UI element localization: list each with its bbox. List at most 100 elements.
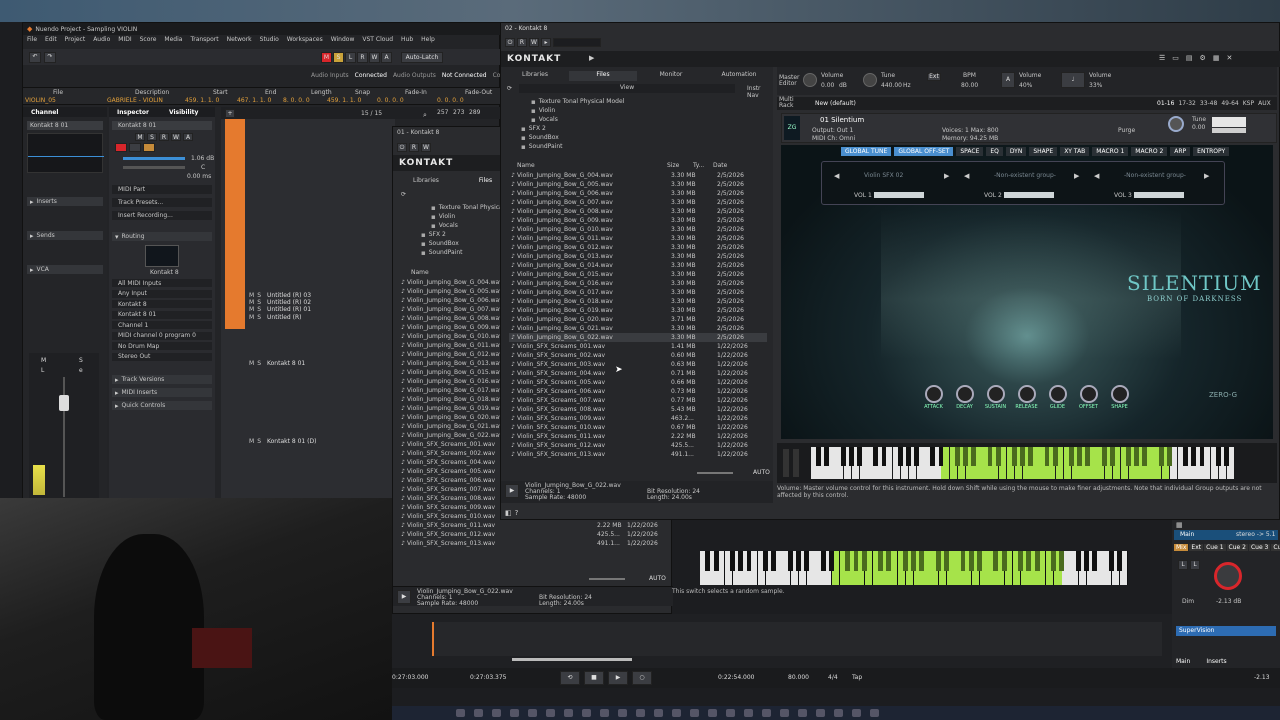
mute-button[interactable]: M bbox=[249, 306, 254, 313]
read-button[interactable]: R bbox=[159, 133, 169, 141]
tab-libraries[interactable]: Libraries bbox=[501, 71, 569, 81]
taskbar-app-icon[interactable] bbox=[708, 709, 717, 717]
pitch-wheel[interactable] bbox=[783, 449, 789, 477]
routing-item[interactable]: Stereo Out bbox=[112, 352, 212, 361]
kontakt-back-name-column[interactable]: Name bbox=[411, 269, 429, 276]
column-header[interactable]: Name bbox=[517, 162, 667, 169]
cue-tab[interactable]: Ext bbox=[1189, 544, 1204, 551]
piano-key-black[interactable] bbox=[935, 551, 941, 572]
taskbar-app-icon[interactable] bbox=[510, 709, 519, 717]
slot-volume-bar[interactable] bbox=[1134, 192, 1184, 198]
piano-key-black[interactable] bbox=[795, 551, 801, 572]
menu-item[interactable]: Edit bbox=[45, 36, 57, 46]
cue-tab[interactable]: Cue 4 bbox=[1271, 544, 1280, 551]
mod-wheel[interactable] bbox=[793, 449, 799, 477]
piano-key-black[interactable] bbox=[1116, 551, 1122, 572]
info-value[interactable]: GABRIELE - VIOLIN bbox=[107, 97, 163, 104]
browser-toggle-icon[interactable]: ◧ bbox=[505, 509, 512, 517]
piano-key-black[interactable] bbox=[861, 551, 867, 572]
piano-key-black[interactable] bbox=[886, 551, 892, 572]
piano-key-black[interactable] bbox=[1052, 447, 1058, 467]
piano-key-black[interactable] bbox=[771, 551, 777, 572]
piano-key-black[interactable] bbox=[1077, 447, 1083, 467]
file-row[interactable]: ♪ Violin_Jumping_Bow_G_015.wav 3.30 MB 2/5/… bbox=[509, 270, 767, 279]
knob[interactable]: DECAY bbox=[952, 385, 977, 410]
menu-item[interactable]: Studio bbox=[260, 36, 279, 46]
piano-key-black[interactable] bbox=[853, 551, 859, 572]
instrument-tune-knob[interactable] bbox=[1168, 116, 1184, 132]
knob[interactable]: SHAPE bbox=[1107, 385, 1132, 410]
piano-key-black[interactable] bbox=[1223, 447, 1229, 467]
fx-tab[interactable]: ARP bbox=[1170, 147, 1191, 156]
arrow-right-icon[interactable]: ▶ bbox=[1074, 172, 1079, 180]
menu-item[interactable]: Project bbox=[65, 36, 86, 46]
menu-item[interactable]: Network bbox=[227, 36, 252, 46]
rack-name[interactable]: New (default) bbox=[815, 100, 856, 107]
taskbar-app-icon[interactable] bbox=[762, 709, 771, 717]
arrow-left-icon[interactable]: ◀ bbox=[1094, 172, 1099, 180]
arrow-left-icon[interactable]: ◀ bbox=[834, 172, 839, 180]
fx-tab[interactable]: XY TAB bbox=[1060, 147, 1090, 156]
knob-dial[interactable] bbox=[1048, 385, 1067, 403]
routing-item[interactable]: Channel 1 bbox=[112, 321, 212, 329]
track-row[interactable]: M S Untitled (R) bbox=[249, 313, 395, 321]
piano-key-black[interactable] bbox=[828, 551, 834, 572]
piano-key-black[interactable] bbox=[993, 551, 999, 572]
preview-volume-slider[interactable] bbox=[697, 472, 733, 474]
inspector-section[interactable]: ▸ Track Versions bbox=[112, 375, 212, 384]
solo-button[interactable]: S bbox=[257, 306, 261, 313]
piano-key-black[interactable] bbox=[911, 551, 917, 572]
file-row[interactable]: ♪ Violin_Jumping_Bow_G_005.wav 3.30 MB 2/5/… bbox=[509, 180, 767, 189]
cue-tab[interactable]: Cue 2 bbox=[1226, 544, 1248, 551]
keyboard-back[interactable] bbox=[700, 551, 1128, 585]
file-row[interactable]: ♪ Violin_SFX_Screams_011.wav 2.22 MB 1/22/2… bbox=[399, 521, 659, 530]
taskbar-app-icon[interactable] bbox=[672, 709, 681, 717]
solo-button[interactable]: S bbox=[257, 360, 261, 367]
read-button[interactable]: R bbox=[409, 143, 419, 152]
piano-key-black[interactable] bbox=[1109, 447, 1115, 467]
piano-key-black[interactable] bbox=[995, 447, 1001, 467]
knob[interactable]: GLIDE bbox=[1045, 385, 1070, 410]
file-row[interactable]: ♪ Violin_Jumping_Bow_G_008.wav 3.30 MB 2/5/… bbox=[509, 207, 767, 216]
knob-dial[interactable] bbox=[1110, 385, 1129, 403]
piano-key-black[interactable] bbox=[824, 447, 830, 467]
piano-key-black[interactable] bbox=[1059, 551, 1065, 572]
routing-header[interactable]: ▾ Routing bbox=[112, 232, 212, 241]
piano-key-black[interactable] bbox=[845, 551, 851, 572]
track-row[interactable]: M S Untitled (R) 01 bbox=[249, 305, 395, 313]
fx-tab[interactable]: EQ bbox=[986, 147, 1003, 156]
write-button[interactable]: W bbox=[421, 143, 431, 152]
file-row[interactable]: ♪ Violin_SFX_Screams_012.wav 425.5... 1/22/… bbox=[399, 530, 659, 539]
piano-key-black[interactable] bbox=[902, 551, 908, 572]
instrument-thumbnail[interactable] bbox=[145, 245, 179, 267]
info-value[interactable]: VIOLIN_05 bbox=[25, 97, 56, 104]
piano-key-black[interactable] bbox=[1126, 447, 1132, 467]
edit-icon[interactable]: ▦ bbox=[1176, 521, 1183, 529]
piano-key-black[interactable] bbox=[881, 447, 887, 467]
refresh-icon[interactable]: ⟳ bbox=[401, 191, 406, 198]
piano-key-black[interactable] bbox=[1134, 447, 1140, 467]
taskbar-app-icon[interactable] bbox=[492, 709, 501, 717]
piano-key-black[interactable] bbox=[1011, 447, 1017, 467]
channel-name-field[interactable]: Kontakt 8 01 bbox=[27, 121, 103, 130]
inspector-item[interactable]: Track Presets... bbox=[112, 198, 212, 207]
info-value[interactable]: 459. 1. 1. 0 bbox=[327, 97, 361, 104]
info-value[interactable]: 8. 0. 0. 0 bbox=[283, 97, 310, 104]
cpu-icon[interactable]: ▦ bbox=[1213, 54, 1220, 62]
knob-dial[interactable] bbox=[924, 385, 943, 403]
file-row[interactable]: ♪ Violin_Jumping_Bow_G_020.wav 3.71 MB 2/5/… bbox=[509, 315, 767, 324]
tree-item[interactable]: ▪ Vocals bbox=[517, 115, 767, 124]
knob[interactable]: SUSTAIN bbox=[983, 385, 1008, 410]
routing-item[interactable]: Kontakt 8 01 bbox=[112, 310, 212, 319]
tab-automation[interactable]: Automation bbox=[705, 71, 773, 81]
file-row[interactable]: ♪ Violin_SFX_Screams_002.wav 0.60 MB 1/22/2… bbox=[509, 351, 767, 360]
inspector-track-name[interactable]: Kontakt 8 01 bbox=[112, 121, 212, 130]
tab-visibility[interactable]: Visibility bbox=[169, 109, 198, 116]
fx-tab[interactable]: MACRO 2 bbox=[1131, 147, 1168, 156]
cue-tab[interactable]: Mix bbox=[1174, 544, 1189, 551]
refresh-icon[interactable]: ⟳ bbox=[507, 85, 512, 92]
close-icon[interactable]: ✕ bbox=[1226, 54, 1232, 62]
lock-button[interactable]: A bbox=[183, 133, 193, 141]
file-row[interactable]: ♪ Violin_Jumping_Bow_G_009.wav 3.30 MB 2/5/… bbox=[509, 216, 767, 225]
instrument-midi[interactable]: MIDI Ch: Omni bbox=[812, 135, 855, 142]
